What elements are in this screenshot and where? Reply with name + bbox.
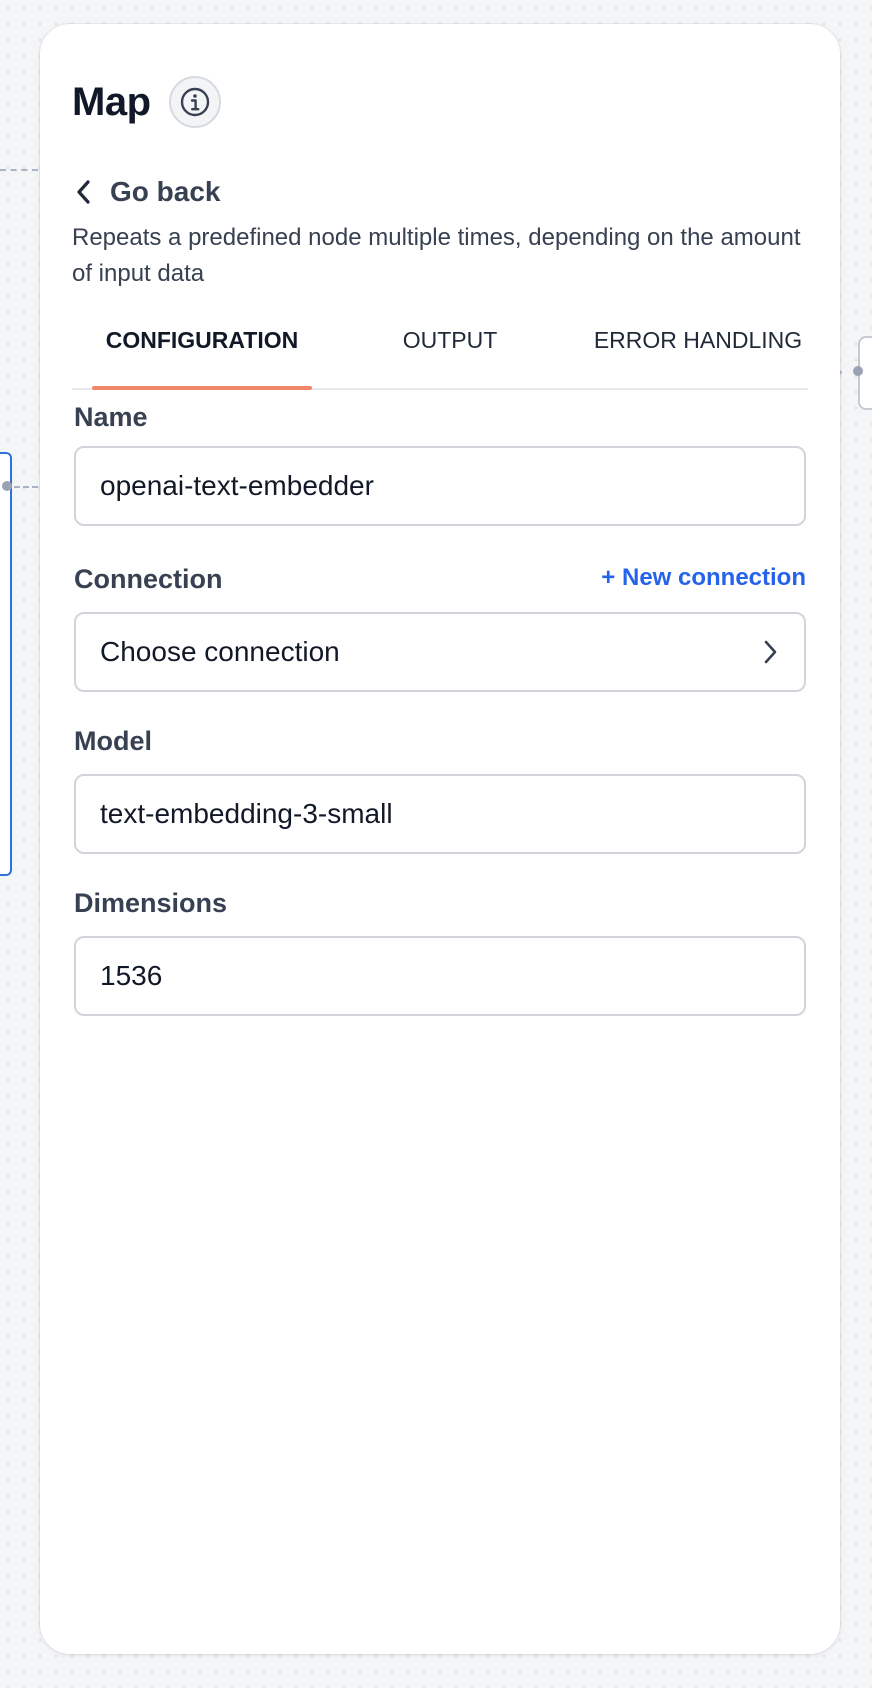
- name-field[interactable]: [74, 446, 806, 526]
- name-label: Name: [74, 402, 148, 432]
- go-back-button[interactable]: Go back: [74, 176, 220, 208]
- tab-bar: CONFIGURATION OUTPUT ERROR HANDLING: [72, 314, 808, 390]
- tab-output[interactable]: OUTPUT: [370, 314, 530, 388]
- canvas-node-port[interactable]: [853, 366, 863, 376]
- connection-select-value: Choose connection: [100, 636, 340, 667]
- info-button[interactable]: [168, 76, 221, 128]
- dimensions-input[interactable]: [100, 960, 780, 992]
- new-connection-link[interactable]: + New connection: [601, 564, 806, 592]
- tab-configuration[interactable]: CONFIGURATION: [92, 314, 312, 390]
- tab-error-handling[interactable]: ERROR HANDLING: [588, 314, 808, 388]
- canvas-edge: [14, 486, 38, 488]
- chevron-left-icon: [77, 180, 90, 204]
- name-input[interactable]: [100, 470, 780, 502]
- chevron-right-icon: [764, 640, 777, 664]
- connection-select[interactable]: Choose connection: [74, 612, 806, 692]
- info-icon: [180, 87, 209, 117]
- canvas-node[interactable]: [0, 452, 12, 876]
- panel-title: Map: [72, 79, 151, 124]
- canvas-node-port[interactable]: [2, 481, 12, 491]
- node-description: Repeats a predefined node multiple times…: [72, 224, 801, 287]
- panel-header: Map: [72, 76, 221, 128]
- connection-label: Connection: [74, 564, 223, 594]
- model-label: Model: [74, 726, 152, 756]
- dimensions-field[interactable]: [74, 936, 806, 1016]
- model-field[interactable]: [74, 774, 806, 854]
- canvas-edge: [0, 169, 38, 171]
- model-input[interactable]: [100, 798, 780, 830]
- dimensions-label: Dimensions: [74, 888, 228, 918]
- node-config-panel: Map Go back Repeats a predefined node mu…: [40, 24, 840, 1654]
- go-back-label: Go back: [110, 176, 221, 207]
